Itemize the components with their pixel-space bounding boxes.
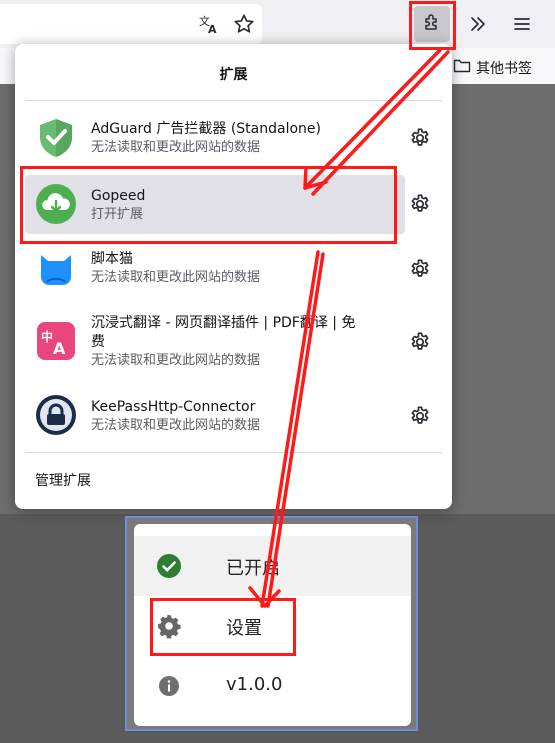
annotation-arrow	[266, 252, 325, 608]
annotation-arrow	[311, 50, 450, 196]
annotation-arrow	[260, 250, 320, 608]
annotation-arrow	[303, 48, 442, 190]
annotation-arrows	[248, 48, 450, 608]
